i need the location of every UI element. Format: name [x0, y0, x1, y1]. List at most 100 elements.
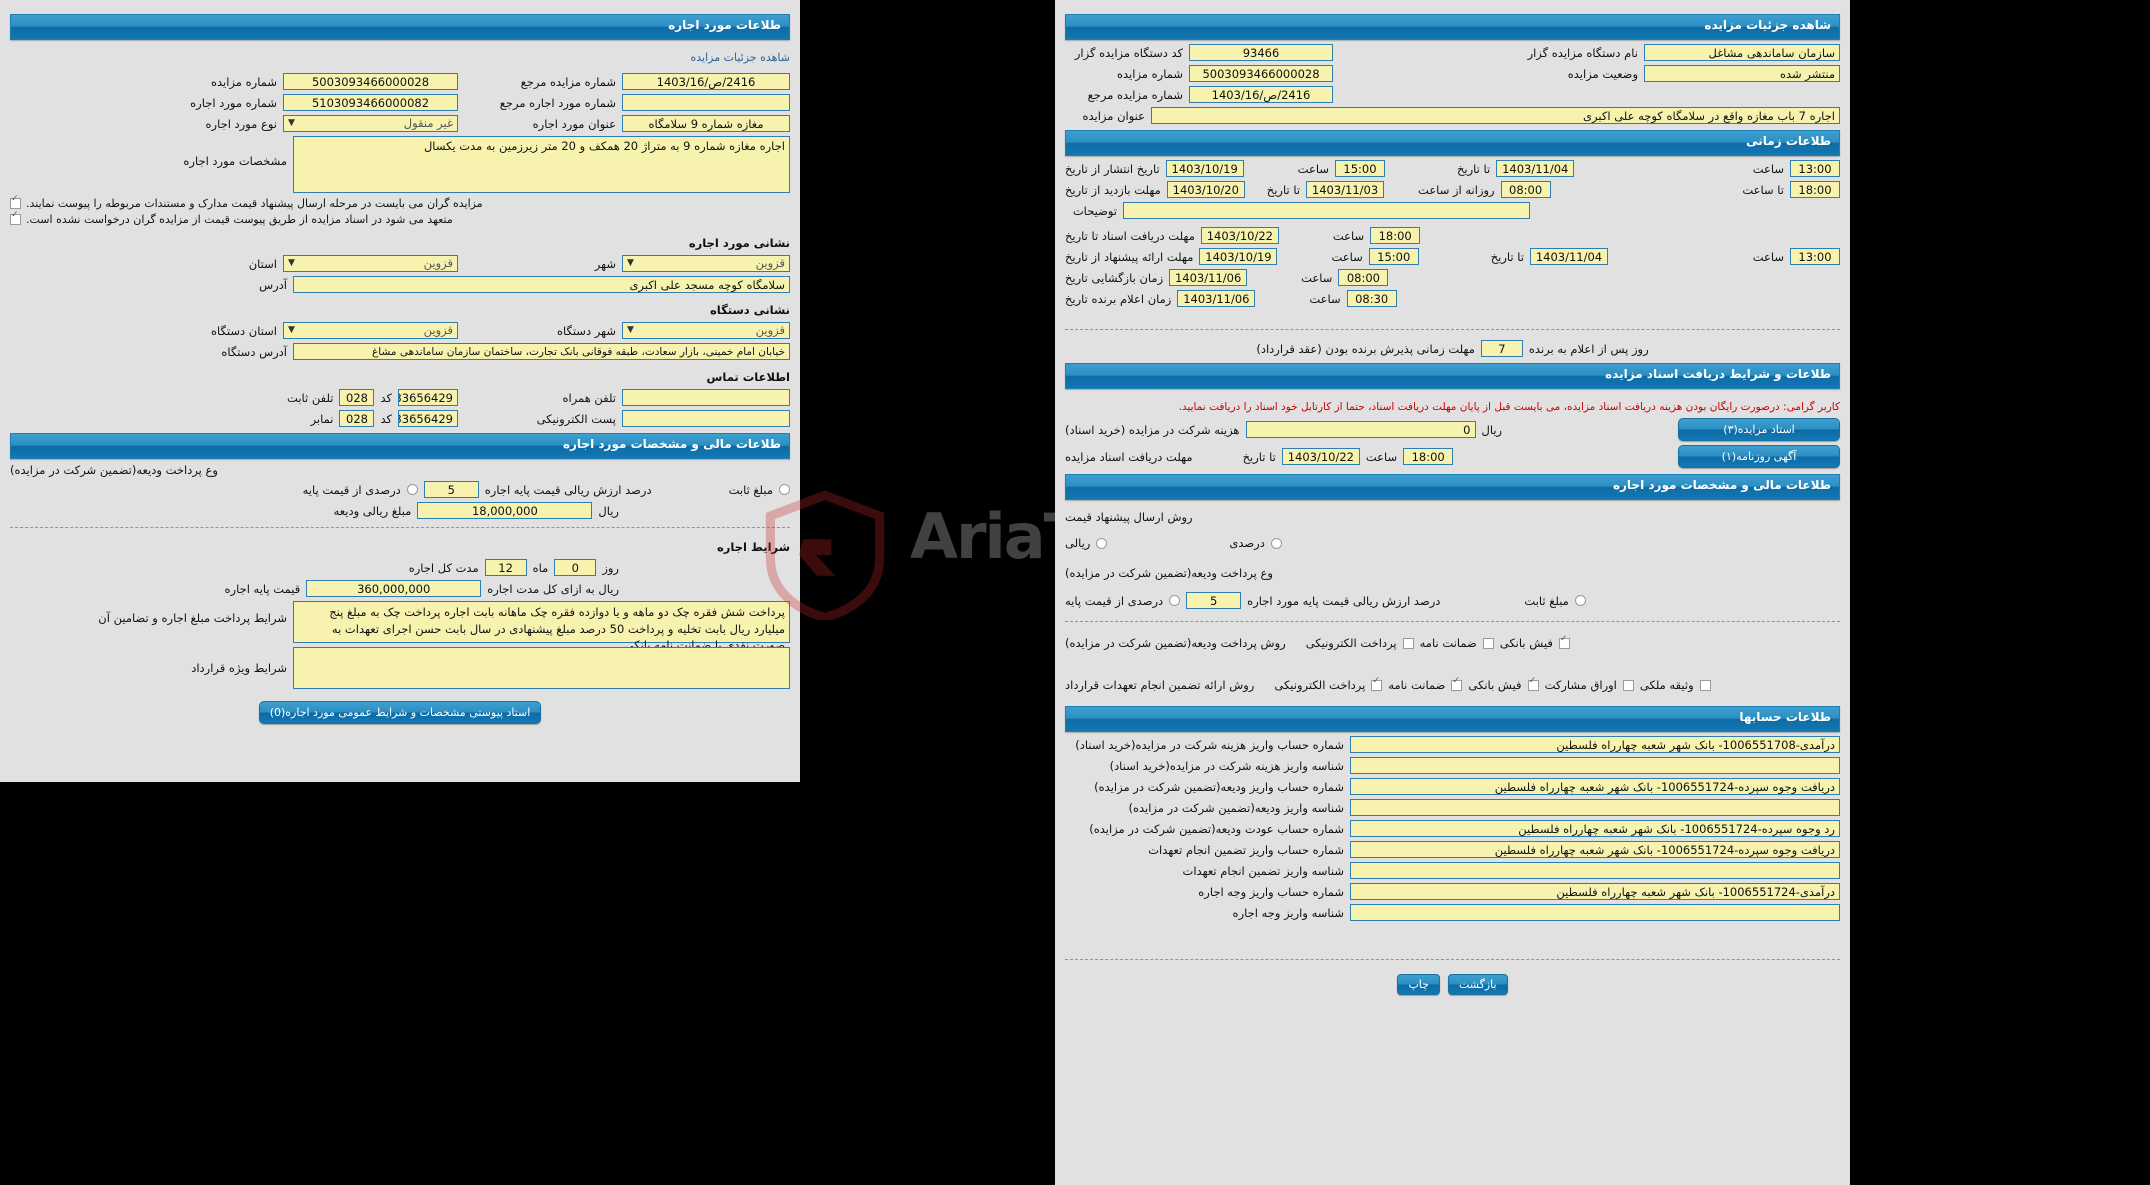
auction-status-value[interactable]: منتشر شده — [1644, 65, 1840, 82]
docs-deadline-date[interactable]: 1403/10/22 — [1281, 448, 1360, 465]
bid-rial-radio[interactable] — [1096, 537, 1108, 549]
org-city-select[interactable]: قزوین ▼ — [622, 322, 790, 339]
doc-receive-time[interactable]: 18:00 — [1370, 227, 1421, 244]
auction-details-panel: شاهده جزئیات مزایده سازمان ساماندهی مشاغ… — [1055, 0, 1850, 1185]
percent-of-base-radio[interactable] — [1169, 595, 1181, 606]
fixed-amount-radio[interactable] — [779, 484, 790, 495]
attachment-docs-button[interactable]: استاد پیوستی مشخصات و شرایط عمومی مورد ا… — [258, 701, 542, 724]
acceptance-days-value[interactable]: 7 — [1480, 340, 1523, 357]
bid-submit-label: مهلت ارائه پیشنهاد از تاریخ — [1065, 249, 1194, 264]
visit-from-date[interactable]: 1403/10/20 — [1166, 181, 1245, 198]
ref-lease-number-value[interactable] — [622, 94, 790, 111]
auction-title-value[interactable]: اجاره 7 باب مغازه واقع در سلامگاه کوچه ع… — [1151, 107, 1840, 124]
lease-province-select[interactable]: قزوین ▼ — [283, 255, 458, 272]
back-button[interactable]: بازگشت — [1447, 974, 1508, 995]
lease-number-value[interactable]: 5103093466000082 — [283, 94, 458, 111]
base-price-label: قیمت پایه اجاره — [224, 581, 301, 596]
docs-fee-value[interactable]: 0 — [1245, 421, 1476, 438]
contract-option-checkbox-3[interactable] — [1622, 679, 1634, 691]
contract-option-checkbox-0[interactable] — [1371, 676, 1383, 691]
duration-month-label: ماه — [532, 560, 549, 575]
duration-day-value[interactable]: 0 — [554, 559, 597, 576]
time-desc-label: توضیحات — [1072, 203, 1117, 218]
email-value[interactable] — [622, 410, 790, 427]
auction-number-value[interactable]: 5003093466000028 — [283, 73, 458, 90]
account-value[interactable] — [1350, 862, 1840, 879]
special-terms-value[interactable] — [293, 647, 790, 689]
print-button[interactable]: چاپ — [1397, 974, 1440, 995]
base-price-value[interactable]: 360,000,000 — [306, 580, 482, 597]
docs-deadline-time[interactable]: 18:00 — [1403, 448, 1454, 465]
note-checkbox-icon-0 — [10, 194, 21, 209]
lease-type-select[interactable]: غیر منقول ▼ — [283, 115, 458, 132]
contract-option-checkbox-2[interactable] — [1527, 676, 1539, 691]
special-terms-label: شرایط ویژه قرارداد — [191, 661, 287, 675]
account-value[interactable] — [1350, 757, 1840, 774]
deposit-amount-value[interactable]: 18,000,000 — [417, 502, 593, 519]
publish-to-time[interactable]: 13:00 — [1790, 160, 1840, 177]
opening-date[interactable]: 1403/11/06 — [1169, 269, 1248, 286]
auction-number-value[interactable]: 5003093466000028 — [1189, 65, 1333, 82]
deposit-option-checkbox-0[interactable] — [1402, 637, 1414, 649]
publish-from-date[interactable]: 1403/10/19 — [1165, 160, 1244, 177]
org-province-select[interactable]: قزوین ▼ — [283, 322, 458, 339]
deposit-method-row: فیش بانکی ضمانت نامه پرداخت الکترونیکی ر… — [1065, 634, 1840, 650]
opening-time[interactable]: 08:00 — [1338, 269, 1389, 286]
deposit-option-checkbox-1[interactable] — [1482, 637, 1494, 649]
account-row: شناسه واریز ودیعه(تضمین شرکت در مزایده) — [1065, 799, 1840, 816]
publish-to-date[interactable]: 1403/11/04 — [1496, 160, 1575, 177]
auction-docs-button[interactable]: استاد مزایده(۳) — [1678, 418, 1840, 441]
lease-title-value[interactable]: مغازه شماره 9 سلامگاه — [622, 115, 790, 132]
org-name-value[interactable]: سازمان ساماندهی مشاغل — [1644, 44, 1840, 61]
payment-terms-value[interactable]: پرداخت شش فقره چک دو ماهه و یا دوازده فق… — [293, 601, 790, 652]
bid-to-date[interactable]: 1403/11/04 — [1530, 248, 1608, 265]
lease-address-label: آدرس — [259, 277, 287, 292]
lease-address-value[interactable]: سلامگاه کوچه مسجد علی اکبری — [293, 276, 790, 293]
deposit-percent-value[interactable]: 5 — [1186, 592, 1242, 609]
mobile-value[interactable] — [622, 389, 790, 406]
winner-announce-time[interactable]: 08:30 — [1346, 290, 1397, 307]
bid-percent-radio[interactable] — [1270, 537, 1282, 549]
deposit-method-label: روش پرداخت ودیعه(تضمین شرکت در مزایده) — [1065, 636, 1286, 650]
account-value[interactable] — [1350, 904, 1840, 921]
bid-from-time[interactable]: 15:00 — [1368, 248, 1419, 265]
winner-announce-date[interactable]: 1403/11/06 — [1177, 290, 1256, 307]
phone-value[interactable]: 33656429 — [398, 389, 458, 406]
fax-value[interactable]: 33656429 — [398, 410, 458, 427]
account-value[interactable]: درآمدی-1006551708- بانک شهر شعبه چهارراه… — [1350, 736, 1840, 753]
bid-to-hour-label: ساعت — [1752, 249, 1784, 264]
org-code-value[interactable]: 93466 — [1189, 44, 1333, 61]
phone-code-value[interactable]: 028 — [339, 389, 375, 406]
bid-to-time[interactable]: 13:00 — [1790, 248, 1840, 265]
contract-option-checkbox-1[interactable] — [1451, 676, 1463, 691]
docs-warning-text: کاربر گرامی: درصورت رایگان بودن هزینه در… — [1178, 401, 1840, 413]
ref-auction-number-value[interactable]: 2416/ص/1403/16 — [622, 73, 790, 90]
doc-receive-date[interactable]: 1403/10/22 — [1200, 227, 1279, 244]
percent-of-base-radio[interactable] — [406, 484, 418, 495]
lease-city-select[interactable]: قزوین ▼ — [622, 255, 790, 272]
bid-submit-row: 13:00 ساعت 1403/11/04 تا تاریخ 15:00 ساع… — [1065, 248, 1840, 265]
account-value[interactable]: دریافت وجوه سپرده-1006551724- بانک شهر ش… — [1350, 841, 1840, 858]
fixed-amount-radio[interactable] — [1574, 595, 1586, 606]
org-address-value[interactable]: خیابان امام خمینی، بازار سعادت، طبقه فوق… — [293, 343, 790, 360]
duration-month-value[interactable]: 12 — [484, 559, 527, 576]
visit-from-time[interactable]: 08:00 — [1500, 181, 1551, 198]
time-desc-value[interactable] — [1123, 202, 1530, 219]
newspaper-ad-button[interactable]: آگهی روزنامه(۱) — [1678, 445, 1840, 468]
deposit-percent-value[interactable]: 5 — [423, 481, 479, 498]
account-row: شناسه واریز تضمین انجام تعهدات — [1065, 862, 1840, 879]
account-value[interactable] — [1350, 799, 1840, 816]
view-auction-details-link[interactable]: شاهده جزئیات مزایده — [691, 51, 790, 64]
account-value[interactable]: رد وجوه سپرده-1006551724- بانک شهر شعبه … — [1350, 820, 1840, 837]
ref-number-value[interactable]: 2416/ص/1403/16 — [1189, 86, 1333, 103]
contract-option-checkbox-4[interactable] — [1699, 679, 1711, 691]
visit-to-time[interactable]: 18:00 — [1790, 181, 1840, 198]
account-value[interactable]: درآمدی-1006551724- بانک شهر شعبه چهارراه… — [1350, 883, 1840, 900]
publish-from-time[interactable]: 15:00 — [1334, 160, 1385, 177]
bid-from-date[interactable]: 1403/10/19 — [1199, 248, 1278, 265]
deposit-option-checkbox-2[interactable] — [1558, 634, 1570, 649]
lease-spec-value[interactable]: اجاره مغازه شماره 9 به متراژ 20 همکف و 2… — [293, 136, 790, 193]
fax-code-value[interactable]: 028 — [339, 410, 375, 427]
visit-to-date[interactable]: 1403/11/03 — [1306, 181, 1385, 198]
account-value[interactable]: دریافت وجوه سپرده-1006551724- بانک شهر ش… — [1350, 778, 1840, 795]
